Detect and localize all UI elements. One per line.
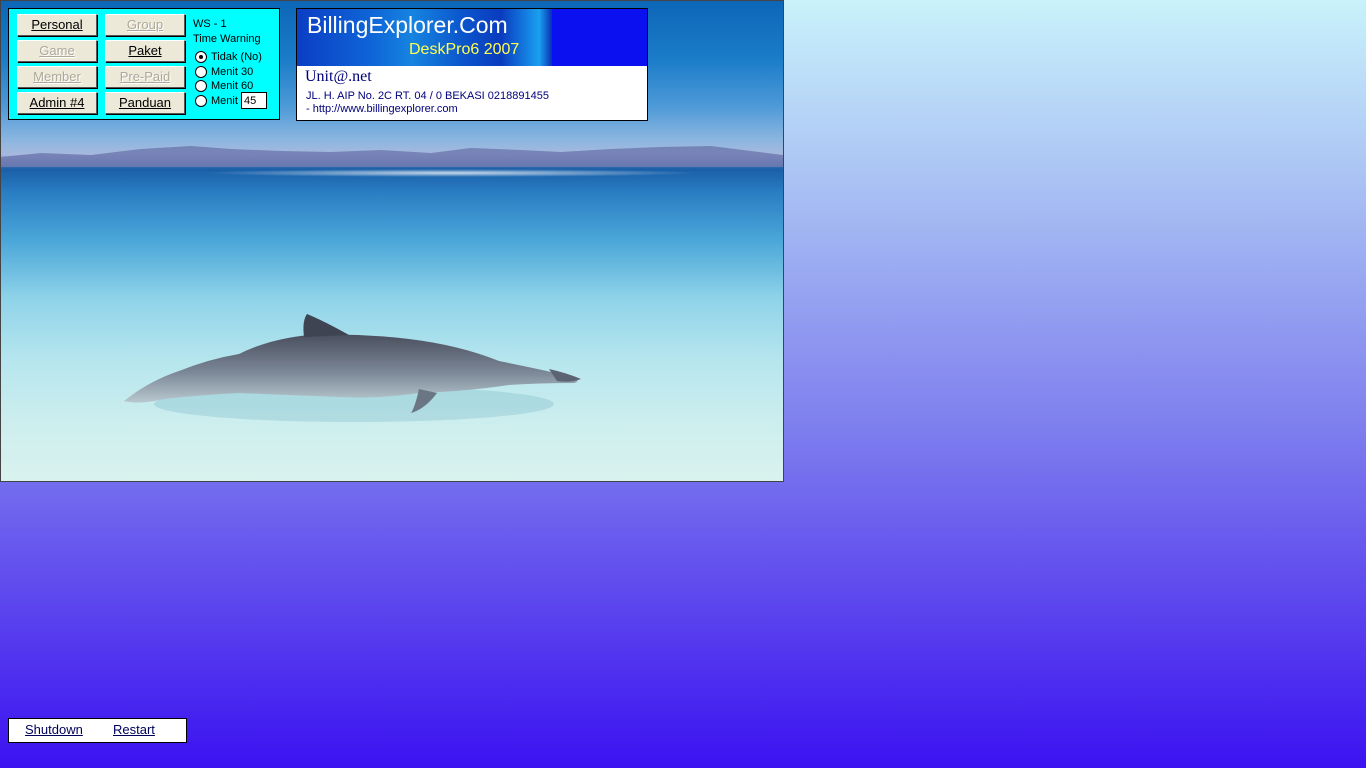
time-warning-label: Time Warning (193, 33, 261, 45)
game-button[interactable]: Game (17, 40, 97, 62)
banner: BillingExplorer.Com DeskPro6 2007 (297, 9, 647, 66)
radio-option-label: Menit (211, 95, 238, 107)
company-website: - http://www.billingexplorer.com (306, 103, 458, 115)
radio-option-label: Tidak (No) (211, 51, 262, 63)
member-button[interactable]: Member (17, 66, 97, 88)
banner-title: BillingExplorer.Com (307, 12, 508, 38)
company-name: Unit@.net (305, 68, 372, 85)
menu-panel: Personal Group Game Paket Member Pre-Pai… (8, 8, 280, 120)
paket-button[interactable]: Paket (105, 40, 185, 62)
power-bar: Shutdown Restart (8, 718, 187, 743)
mountain-range (1, 146, 783, 167)
pre-paid-button[interactable]: Pre-Paid (105, 66, 185, 88)
radio-unchecked-icon[interactable] (195, 66, 207, 79)
radio-option-label: Menit 30 (211, 66, 254, 78)
info-panel: BillingExplorer.Com DeskPro6 2007 Unit@.… (296, 8, 648, 121)
group-button[interactable]: Group (105, 14, 185, 36)
radio-option-no[interactable]: Tidak (No) (195, 50, 262, 64)
personal-button[interactable]: Personal (17, 14, 97, 36)
dolphin-image (124, 314, 581, 422)
restart-link[interactable]: Restart (113, 722, 155, 737)
workstation-label: WS - 1 (193, 18, 227, 30)
sun-glare (201, 169, 701, 177)
radio-checked-icon[interactable] (195, 51, 207, 64)
shutdown-link[interactable]: Shutdown (25, 722, 83, 737)
radio-unchecked-icon[interactable] (195, 80, 207, 93)
banner-subtitle: DeskPro6 2007 (409, 41, 520, 58)
panduan-button[interactable]: Panduan (105, 92, 185, 114)
radio-option-label: Menit 60 (211, 80, 254, 92)
admin-button[interactable]: Admin #4 (17, 92, 97, 114)
custom-minutes-input[interactable] (241, 92, 267, 109)
radio-option-30[interactable]: Menit 30 (195, 65, 253, 79)
radio-option-custom[interactable]: Menit (195, 94, 238, 108)
radio-unchecked-icon[interactable] (195, 95, 207, 108)
company-address: JL. H. AIP No. 2C RT. 04 / 0 BEKASI 0218… (306, 90, 549, 102)
radio-option-60[interactable]: Menit 60 (195, 79, 253, 93)
